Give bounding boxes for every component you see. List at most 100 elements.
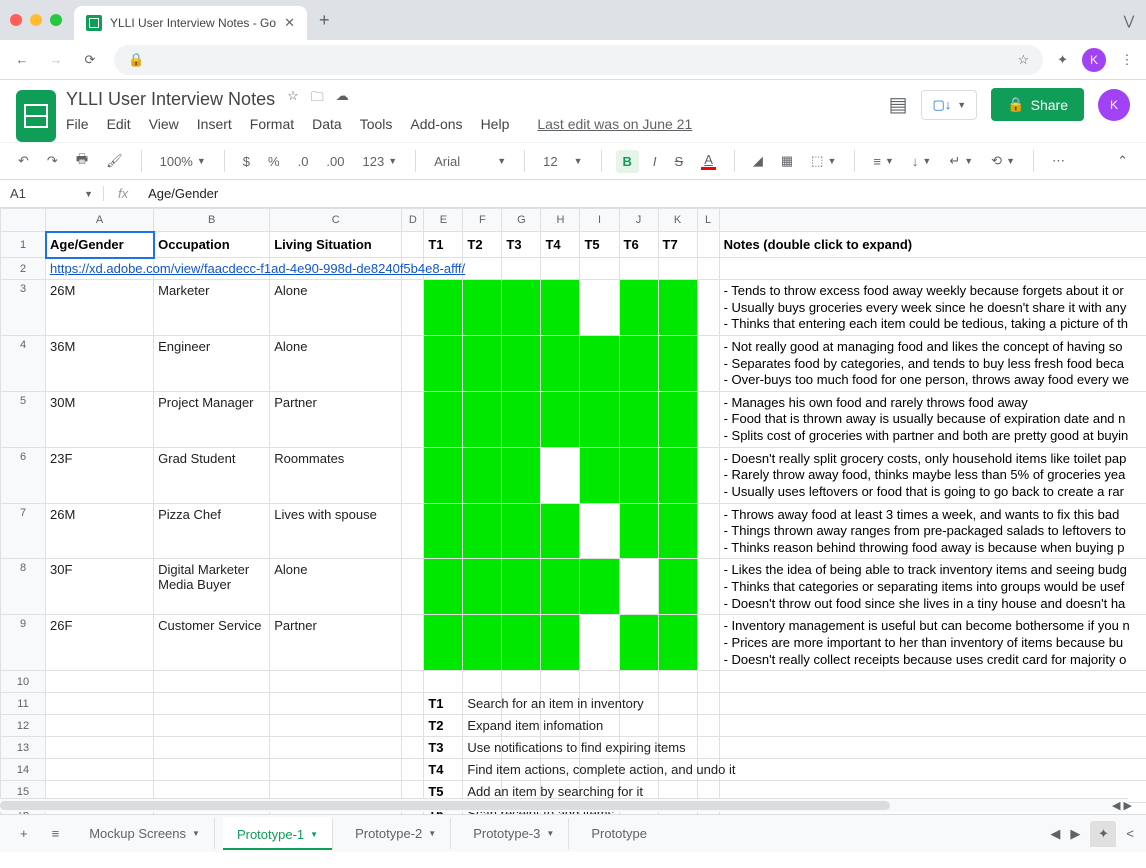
tabs-scroll-left-icon[interactable]: ◀ [1050, 826, 1060, 842]
cell[interactable] [424, 559, 463, 615]
rotate-button[interactable]: ⟲ ▼ [987, 151, 1019, 171]
cell[interactable] [619, 559, 658, 615]
number-format-button[interactable]: 123▼ [359, 152, 402, 171]
cell[interactable] [154, 737, 270, 759]
cell[interactable] [463, 503, 502, 559]
cell[interactable] [619, 391, 658, 447]
cell-a1[interactable]: Age/Gender [46, 232, 154, 258]
cell[interactable] [402, 559, 424, 615]
cell[interactable] [619, 615, 658, 671]
notes-cell[interactable]: - Throws away food at least 3 times a we… [719, 503, 1146, 559]
cell[interactable] [463, 559, 502, 615]
scroll-arrows[interactable]: ◀ ▶ [1112, 799, 1146, 812]
cell[interactable] [463, 391, 502, 447]
add-sheet-button[interactable]: + [12, 822, 36, 845]
cell[interactable] [580, 671, 619, 693]
row-header[interactable]: 7 [1, 503, 46, 559]
cell[interactable] [580, 447, 619, 503]
horizontal-scrollbar[interactable] [0, 798, 1128, 812]
notes-cell[interactable]: - Tends to throw excess food away weekly… [719, 280, 1146, 336]
cell[interactable] [270, 693, 402, 715]
cell[interactable] [402, 671, 424, 693]
row-header[interactable]: 8 [1, 559, 46, 615]
cell[interactable] [424, 447, 463, 503]
account-avatar[interactable]: K [1098, 89, 1130, 121]
notes-cell[interactable]: - Inventory management is useful but can… [719, 615, 1146, 671]
col-header[interactable]: G [502, 209, 541, 232]
cell[interactable]: 30M [46, 391, 154, 447]
prototype-link[interactable]: https://xd.adobe.com/view/faacdecc-f1ad-… [50, 261, 465, 276]
cell[interactable] [697, 737, 719, 759]
cell[interactable] [580, 258, 619, 280]
menu-edit[interactable]: Edit [107, 116, 131, 132]
sheet-tab-prototype-2[interactable]: Prototype-2▼ [341, 818, 451, 849]
cell[interactable] [270, 671, 402, 693]
sheet-tab-mockup[interactable]: Mockup Screens▼ [75, 818, 215, 849]
strikethrough-button[interactable]: S [671, 152, 688, 171]
row-header[interactable]: 6 [1, 447, 46, 503]
cell[interactable] [658, 280, 697, 336]
cell[interactable]: Roommates [270, 447, 402, 503]
cell[interactable] [580, 503, 619, 559]
cell[interactable] [697, 280, 719, 336]
cell[interactable] [463, 671, 502, 693]
collapse-toolbar-icon[interactable]: ⌃ [1113, 151, 1132, 171]
cell[interactable] [270, 715, 402, 737]
row-header[interactable]: 14 [1, 759, 46, 781]
task-id[interactable]: T2 [424, 715, 463, 737]
cell[interactable] [541, 447, 580, 503]
cell[interactable] [658, 693, 697, 715]
cell[interactable] [424, 335, 463, 391]
cell[interactable]: 26M [46, 280, 154, 336]
cell[interactable] [658, 615, 697, 671]
cell[interactable]: Engineer [154, 335, 270, 391]
task-desc[interactable]: Find item actions, complete action, and … [463, 759, 502, 781]
present-button[interactable]: ▢↓ ▼ [921, 90, 977, 120]
more-tools-button[interactable]: ⋯ [1048, 151, 1069, 171]
cell[interactable] [541, 335, 580, 391]
sheet-tab-prototype-4[interactable]: Prototype [577, 818, 647, 849]
row-header[interactable]: 4 [1, 335, 46, 391]
cell[interactable]: T4 [541, 232, 580, 258]
cell[interactable]: T3 [502, 232, 541, 258]
cell[interactable] [697, 503, 719, 559]
cell[interactable]: T6 [619, 232, 658, 258]
cell[interactable] [619, 335, 658, 391]
cell[interactable] [502, 615, 541, 671]
cell[interactable]: 23F [46, 447, 154, 503]
col-header[interactable]: K [658, 209, 697, 232]
cell[interactable] [402, 232, 424, 258]
cell[interactable] [697, 559, 719, 615]
zoom-selector[interactable]: 100% ▼ [156, 152, 210, 171]
cell[interactable] [46, 671, 154, 693]
name-box[interactable]: A1▼ [0, 186, 104, 201]
minimize-window-icon[interactable] [30, 14, 42, 26]
col-header[interactable]: I [580, 209, 619, 232]
cell[interactable] [502, 258, 541, 280]
percent-button[interactable]: % [264, 152, 284, 171]
task-id[interactable]: T3 [424, 737, 463, 759]
redo-button[interactable]: ↷ [43, 151, 62, 171]
task-id[interactable]: T4 [424, 759, 463, 781]
cell[interactable] [502, 559, 541, 615]
notes-cell[interactable]: - Manages his own food and rarely throws… [719, 391, 1146, 447]
cell[interactable] [402, 280, 424, 336]
cell[interactable] [697, 335, 719, 391]
v-align-button[interactable]: ↓ ▼ [908, 152, 935, 171]
font-size-selector[interactable]: 12 ▼ [539, 152, 586, 171]
cell[interactable] [502, 335, 541, 391]
cell[interactable] [154, 693, 270, 715]
cell[interactable] [424, 503, 463, 559]
cell[interactable] [658, 503, 697, 559]
column-headers[interactable]: A B C D E F G H I J K L [1, 209, 1146, 232]
menu-file[interactable]: File [66, 116, 89, 132]
col-header[interactable]: A [46, 209, 154, 232]
cell[interactable] [463, 335, 502, 391]
cell[interactable] [402, 715, 424, 737]
cell[interactable] [719, 715, 1146, 737]
comments-icon[interactable]: ▤ [889, 92, 908, 117]
menu-data[interactable]: Data [312, 116, 342, 132]
cell[interactable] [270, 759, 402, 781]
row-header[interactable]: 5 [1, 391, 46, 447]
cell[interactable] [463, 615, 502, 671]
